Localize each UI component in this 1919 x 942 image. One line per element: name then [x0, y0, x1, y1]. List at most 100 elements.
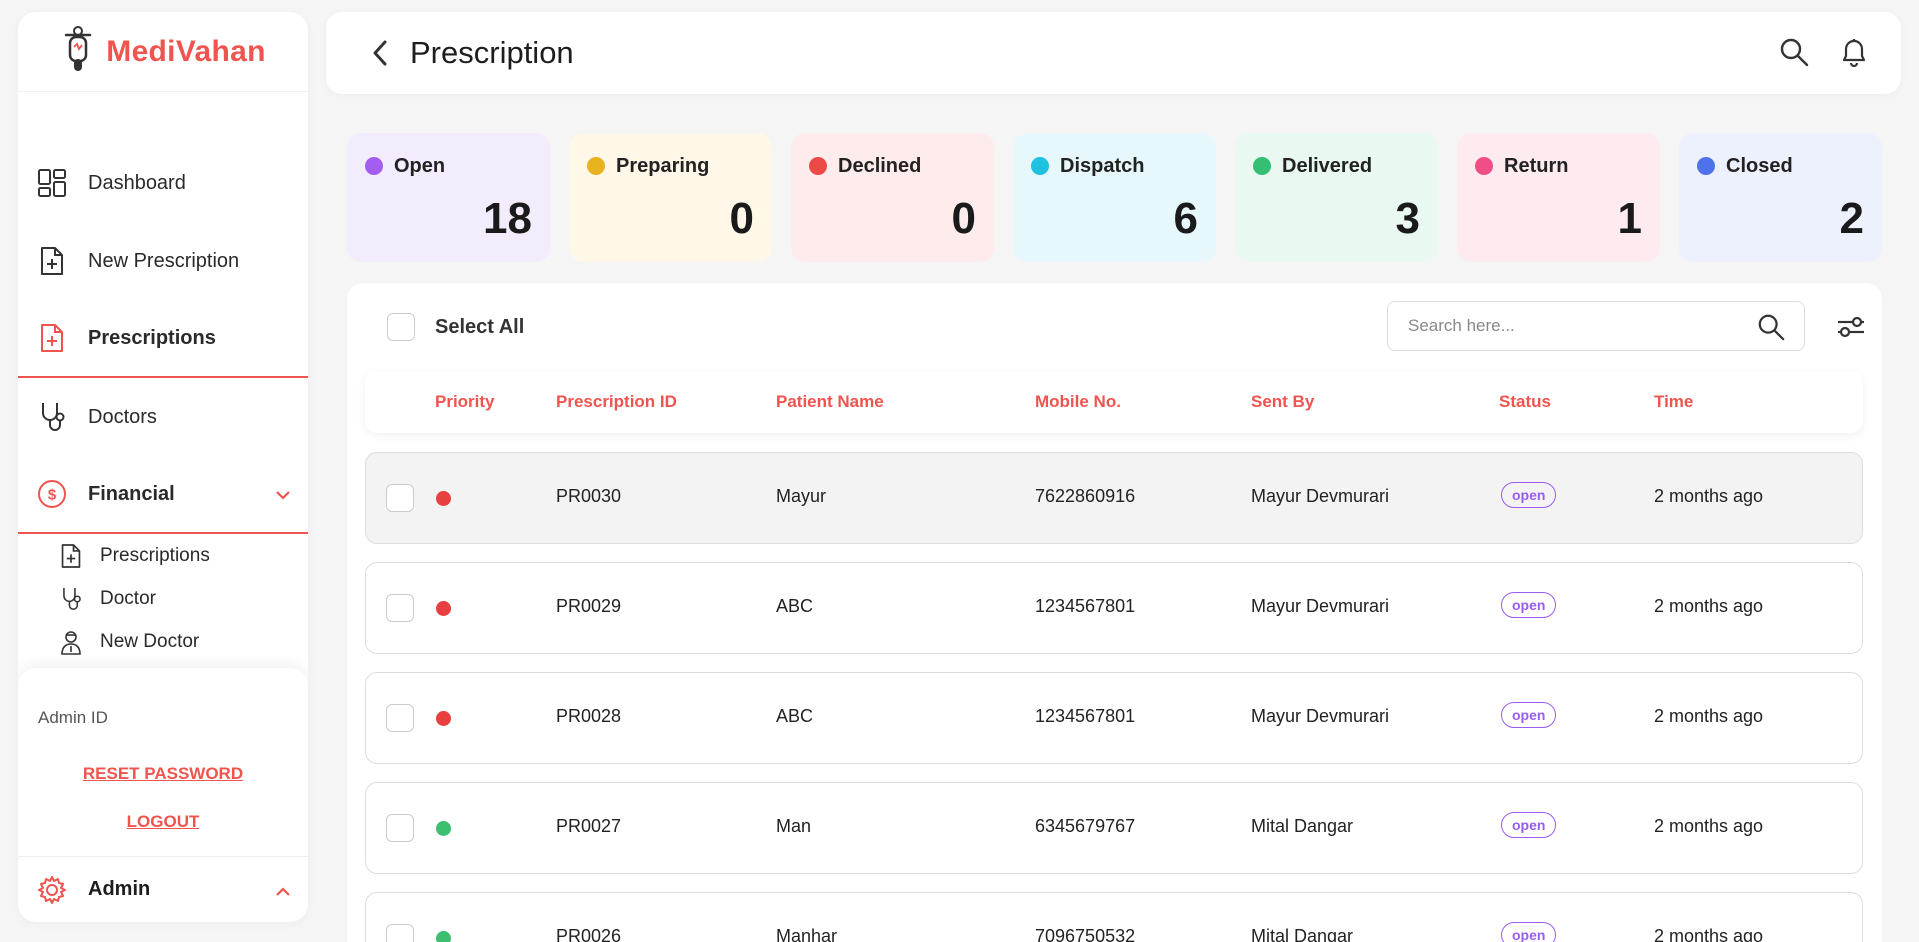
search-input[interactable]	[1408, 316, 1748, 336]
admin-panel: Admin ID RESET PASSWORD LOGOUT Admin	[18, 668, 308, 922]
status-card-label: Dispatch	[1060, 155, 1145, 177]
status-card-dispatch[interactable]: Dispatch 6	[1013, 133, 1216, 262]
patient-name: Man	[776, 816, 812, 836]
row-checkbox[interactable]	[386, 814, 414, 842]
submenu-item-new-doctor[interactable]: New Doctor	[58, 620, 308, 663]
status-badge: open	[1501, 922, 1557, 942]
status-dot	[1475, 157, 1493, 175]
doctor-avatar-icon	[58, 629, 84, 655]
sidebar-item-financial[interactable]: $ Financial	[18, 456, 308, 534]
back-arrow-icon[interactable]	[360, 33, 400, 73]
column-header[interactable]: Time	[1654, 392, 1693, 412]
prescriptions-table-panel: Select All Priority Prescription ID Pati…	[347, 283, 1882, 942]
priority-dot	[436, 711, 451, 726]
status-card-delivered[interactable]: Delivered 3	[1235, 133, 1438, 262]
mobile-number: 1234567801	[1035, 596, 1136, 616]
status-card-count: 6	[1173, 194, 1198, 243]
select-all-checkbox[interactable]	[387, 313, 415, 341]
sidebar: MediVahan Dashboard New Prescription Pre…	[18, 12, 308, 922]
status-dot	[1031, 157, 1049, 175]
submenu-item-doctor[interactable]: Doctor	[58, 577, 308, 620]
chevron-up-icon[interactable]	[274, 881, 292, 904]
patient-name: ABC	[776, 596, 814, 616]
table-row[interactable]: PR0029 ABC 1234567801 Mayur Devmurari op…	[365, 562, 1863, 654]
dashboard-grid-icon	[36, 167, 68, 199]
status-dot	[1697, 157, 1715, 175]
select-all-label: Select All	[435, 315, 525, 338]
status-dot	[1253, 157, 1271, 175]
status-card-count: 2	[1839, 194, 1864, 243]
status-badge: open	[1501, 702, 1557, 728]
status-badge: open	[1501, 812, 1557, 838]
column-header[interactable]: Prescription ID	[556, 392, 677, 412]
status-card-label: Closed	[1726, 155, 1793, 177]
logout-link[interactable]: LOGOUT	[18, 812, 308, 832]
sidebar-item-doctors[interactable]: Doctors	[18, 378, 308, 456]
svg-text:$: $	[48, 487, 57, 504]
status-card-closed[interactable]: Closed 2	[1679, 133, 1882, 262]
column-header[interactable]: Patient Name	[776, 392, 884, 412]
prescription-id: PR0029	[556, 596, 622, 616]
table-row[interactable]: PR0026 Manhar 7096750532 Mital Dangar op…	[365, 892, 1863, 942]
column-header[interactable]: Status	[1499, 392, 1551, 412]
reset-password-link[interactable]: RESET PASSWORD	[18, 764, 308, 784]
chevron-down-icon[interactable]	[274, 484, 292, 507]
status-badge: open	[1501, 592, 1557, 618]
mobile-number: 6345679767	[1035, 816, 1136, 836]
status-card-label: Delivered	[1282, 155, 1373, 177]
status-badge: open	[1501, 482, 1557, 508]
prescription-id: PR0030	[556, 486, 622, 506]
sent-by: Mital Dangar	[1251, 926, 1354, 942]
patient-name: Mayur	[776, 486, 827, 506]
time-ago: 2 months ago	[1654, 816, 1764, 836]
submenu-item-label: Prescriptions	[100, 544, 210, 566]
status-card-count: 0	[951, 194, 976, 243]
filter-sliders-icon[interactable]	[1834, 311, 1868, 343]
status-card-preparing[interactable]: Preparing 0	[569, 133, 772, 262]
row-checkbox[interactable]	[386, 594, 414, 622]
column-header[interactable]: Sent By	[1251, 392, 1314, 412]
mobile-number: 1234567801	[1035, 706, 1136, 726]
table-row[interactable]: PR0030 Mayur 7622860916 Mayur Devmurari …	[365, 452, 1863, 544]
sidebar-nav: Dashboard New Prescription Prescriptions	[18, 144, 308, 663]
search-icon[interactable]	[1777, 34, 1811, 70]
status-card-label: Open	[394, 155, 446, 177]
select-all[interactable]: Select All	[387, 313, 524, 341]
status-cards: Open 18 Preparing 0 Declined 0 Dispatch …	[347, 133, 1882, 262]
admin-id-label: Admin ID	[38, 708, 108, 727]
submenu-item-prescriptions[interactable]: Prescriptions	[58, 534, 308, 577]
sidebar-item-new-prescription[interactable]: New Prescription	[18, 222, 308, 300]
status-card-label: Declined	[838, 155, 922, 177]
admin-toggle[interactable]: Admin	[18, 856, 308, 922]
scooter-logo-icon	[60, 25, 96, 78]
status-dot	[365, 157, 383, 175]
table-row[interactable]: PR0027 Man 6345679767 Mital Dangar open …	[365, 782, 1863, 874]
sidebar-item-prescriptions[interactable]: Prescriptions	[18, 300, 308, 378]
column-header[interactable]: Mobile No.	[1035, 392, 1121, 412]
dollar-circle-icon: $	[36, 478, 68, 510]
column-header[interactable]: Priority	[435, 392, 495, 412]
patient-name: Manhar	[776, 926, 838, 942]
logo[interactable]: MediVahan	[18, 12, 308, 92]
status-card-label: Return	[1504, 155, 1569, 177]
status-dot	[809, 157, 827, 175]
sidebar-item-label: Financial	[88, 482, 175, 505]
time-ago: 2 months ago	[1654, 926, 1764, 942]
mobile-number: 7096750532	[1035, 926, 1136, 942]
file-plus-icon	[36, 245, 68, 277]
row-checkbox[interactable]	[386, 484, 414, 512]
patient-name: ABC	[776, 706, 814, 726]
search-icon[interactable]	[1756, 312, 1786, 342]
status-card-return[interactable]: Return 1	[1457, 133, 1660, 262]
table-row[interactable]: PR0028 ABC 1234567801 Mayur Devmurari op…	[365, 672, 1863, 764]
row-checkbox[interactable]	[386, 924, 414, 942]
bell-icon[interactable]	[1837, 34, 1871, 70]
status-card-open[interactable]: Open 18	[347, 133, 550, 262]
sidebar-item-dashboard[interactable]: Dashboard	[18, 144, 308, 222]
status-card-count: 3	[1395, 194, 1420, 243]
row-checkbox[interactable]	[386, 704, 414, 732]
page-title: Prescription	[410, 35, 574, 70]
time-ago: 2 months ago	[1654, 486, 1764, 506]
status-card-declined[interactable]: Declined 0	[791, 133, 994, 262]
app-name: MediVahan	[106, 34, 266, 68]
